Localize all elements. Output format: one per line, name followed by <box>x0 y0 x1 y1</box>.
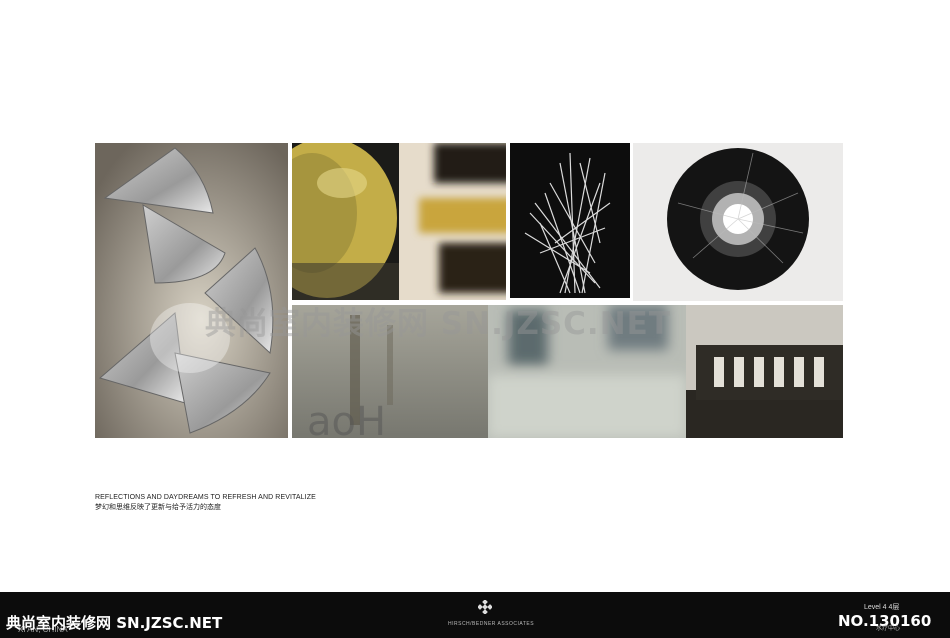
caption: REFLECTIONS AND DAYDREAMS TO REFRESH AND… <box>95 493 316 513</box>
white-sticks-sculpture-photo <box>510 143 630 298</box>
site-watermark: 典尚室内装修网 SN.JZSC.NET <box>6 614 223 632</box>
blurred-bars-photo <box>399 143 506 300</box>
caption-english: REFLECTIONS AND DAYDREAMS TO REFRESH AND… <box>95 494 316 501</box>
firm-logo-icon <box>478 600 492 614</box>
caption-chinese: 梦幻和思维反映了更新与给予活力的态度 <box>95 504 221 511</box>
yellow-texture-photo <box>292 143 399 300</box>
footer-bar: XI'AN, CHINA 典尚室内装修网 SN.JZSC.NET HIRSCH/… <box>0 592 950 638</box>
department-label: 水疗中心 <box>876 626 901 632</box>
mood-board: aoH <box>95 143 843 438</box>
firm-name: HIRSCH/BEDNER ASSOCIATES <box>448 621 535 627</box>
metal-petal-sculpture-photo <box>95 143 288 438</box>
svg-text:aoH: aoH <box>307 399 386 438</box>
watermark-text: 典尚室内装修网 SN.JZSC.NET <box>205 306 671 342</box>
black-disc-artwork-photo <box>633 143 843 301</box>
level-label: Level 4 4层 <box>864 604 900 611</box>
dark-railing-photo <box>686 305 843 438</box>
